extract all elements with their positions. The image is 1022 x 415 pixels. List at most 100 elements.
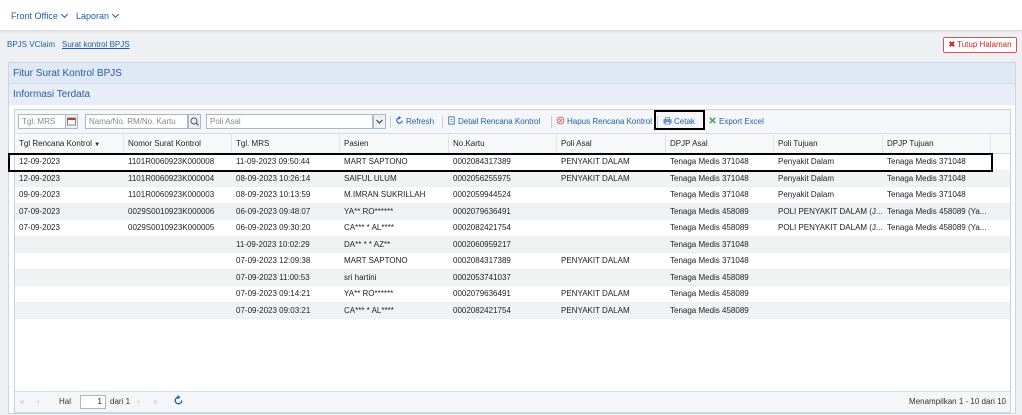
table-cell <box>774 270 883 286</box>
surat-kontrol-panel: Fitur Surat Kontrol BPJS Informasi Terda… <box>8 62 1016 414</box>
table-cell <box>774 286 883 302</box>
table-cell: 0002059944524 <box>453 190 511 199</box>
column-header[interactable]: Nomor Surat Kontrol <box>124 134 232 154</box>
column-header[interactable]: Tgl Rencana Kontrol ▼ <box>15 134 124 154</box>
poli-dropdown-button[interactable] <box>373 114 386 129</box>
table-cell: 0002082421754 <box>453 223 511 232</box>
poli-asal-select[interactable]: Poli Asal <box>206 114 373 129</box>
next-page-icon[interactable]: › <box>137 397 140 406</box>
breadcrumb-parent[interactable]: BPJS VClaim <box>7 40 55 49</box>
search-input[interactable]: Nama/No. RM/No. Kartu <box>85 114 188 129</box>
search-button[interactable] <box>188 114 201 129</box>
table-cell <box>557 270 666 286</box>
table-row[interactable]: 07-09-2023 0029S0010923K000006 06-09-2023 … <box>15 203 1010 220</box>
table-cell <box>774 237 883 253</box>
column-header[interactable]: Tgl. MRS <box>232 134 340 154</box>
table-cell <box>883 270 991 286</box>
breadcrumb-current[interactable]: Surat kontrol BPJS <box>62 40 130 49</box>
column-header[interactable]: DPJP Tujuan <box>883 134 991 154</box>
table-cell: 0002079636491 <box>453 289 511 298</box>
table-cell: YA** RO****** <box>344 289 394 298</box>
export-excel-button[interactable]: Export Excel <box>708 116 764 128</box>
column-header-label: DPJP Tujuan <box>887 139 934 148</box>
column-header[interactable]: Poli Asal <box>557 134 666 154</box>
table-cell: Tenaga Medis 458089 <box>670 289 749 298</box>
table-cell <box>883 286 991 302</box>
toolbar-separator <box>390 116 391 128</box>
close-page-button[interactable]: ✖ Tutup Halaman <box>943 37 1017 53</box>
column-header-label: Tgl. MRS <box>236 139 270 148</box>
reload-button[interactable] <box>173 395 184 408</box>
menu-laporan[interactable]: Laporan <box>76 10 120 21</box>
table-cell: 11-09-2023 10:02:29 <box>236 239 310 249</box>
table-cell: PENYAKIT DALAM <box>561 289 630 298</box>
pagination-summary: Menampilkan 1 - 10 dari 10 <box>909 397 1006 406</box>
table-cell: 08-09-2023 10:13:59 <box>236 190 311 199</box>
table-cell: Tenaga Medis 371048 <box>670 173 749 183</box>
table-cell: Tenaga Medis 371048 <box>670 190 749 199</box>
table-row[interactable]: 09-09-2023 1101R0060923K000003 08-09-2023 … <box>15 187 1010 204</box>
table-cell: Tenaga Medis 371048 <box>670 256 749 265</box>
page-number-input[interactable]: 1 <box>80 395 106 409</box>
table-cell <box>124 286 232 302</box>
column-header[interactable]: No.Kartu <box>449 134 557 154</box>
delete-icon <box>556 116 565 125</box>
table-cell: PENYAKIT DALAM <box>561 173 630 183</box>
menu-laporan-label: Laporan <box>76 11 110 21</box>
column-header-label: DPJP Asal <box>670 139 708 148</box>
column-header[interactable]: DPJP Asal <box>666 134 774 154</box>
table-cell: Tenaga Medis 371048 <box>670 239 749 249</box>
prev-page-icon[interactable]: ‹ <box>37 397 40 406</box>
column-header-label: Nomor Surat Kontrol <box>128 139 201 148</box>
table-cell: 0002084317389 <box>453 256 511 265</box>
date-mrs-input[interactable]: Tgl. MRS <box>18 114 68 129</box>
table-cell: Tenaga Medis 458089 <box>670 223 749 232</box>
table-cell <box>15 303 124 319</box>
column-header-label: Poli Tujuan <box>778 139 818 148</box>
table-cell <box>15 286 124 302</box>
table-row[interactable]: 07-09-2023 12:09:38 MART SAPTONO 000208431… <box>15 253 1010 270</box>
table-cell: 06-09-2023 09:48:07 <box>236 206 311 216</box>
column-header[interactable]: Pasien <box>340 134 449 154</box>
table-cell: 09-09-2023 <box>19 190 60 199</box>
table-cell: sri hartini <box>344 272 377 282</box>
table-cell: 12-09-2023 <box>19 173 60 183</box>
menu-front-office[interactable]: Front Office <box>11 10 68 21</box>
table-cell: Tenaga Medis 458089 (Ya... <box>887 206 987 216</box>
table-header: Tgl Rencana Kontrol ▼ Nomor Surat Kontro… <box>15 134 1010 154</box>
last-page-icon[interactable]: » <box>153 397 157 406</box>
table-cell: Penyakit Dalam <box>778 190 835 199</box>
column-header[interactable]: Poli Tujuan <box>774 134 883 154</box>
table-row[interactable]: 11-09-2023 10:02:29 DA** * * AZ** 00020609… <box>15 236 1010 253</box>
table-row[interactable]: 07-09-2023 09:14:21 YA** RO****** 00020796… <box>15 286 1010 303</box>
table-cell: Tenaga Medis 371048 <box>887 173 966 183</box>
table-cell <box>557 220 666 236</box>
chevron-down-icon <box>376 119 383 124</box>
table-cell: 08-09-2023 10:26:14 <box>236 173 311 183</box>
table-row[interactable]: 07-09-2023 11:00:53 sri hartini 0002053741… <box>15 269 1010 286</box>
table-cell <box>883 303 991 319</box>
table-row[interactable]: 07-09-2023 0029S0010923K000005 06-09-2023 … <box>15 220 1010 237</box>
table-cell: CA*** * AL**** <box>344 223 394 232</box>
table-cell <box>124 237 232 253</box>
table-cell: 0002079636491 <box>453 206 511 216</box>
table-cell: 0029S0010923K000005 <box>128 223 215 232</box>
table-cell <box>774 303 883 319</box>
table-cell: 07-09-2023 <box>19 223 60 232</box>
first-page-icon[interactable]: « <box>20 397 24 406</box>
detail-rencana-kontrol-button[interactable]: Detail Rencana Kontrol <box>447 116 540 128</box>
table-cell: MART SAPTONO <box>344 256 408 265</box>
table-row[interactable]: 07-09-2023 09:03:21 CA*** * AL**** 0002082… <box>15 302 1010 319</box>
table-row[interactable]: 12-09-2023 1101R0060923K000004 08-09-2023 … <box>15 170 1010 187</box>
search-icon <box>190 117 199 126</box>
top-menu-bar: Front Office Laporan <box>0 0 1022 31</box>
refresh-button[interactable]: Refresh <box>395 116 434 128</box>
table-cell: POLI PENYAKIT DALAM (J... <box>778 223 883 232</box>
table-cell: Penyakit Dalam <box>778 173 835 183</box>
table-cell: POLI PENYAKIT DALAM (J... <box>778 206 883 216</box>
calendar-button[interactable] <box>65 114 78 129</box>
table-cell <box>774 253 883 269</box>
hapus-rencana-kontrol-button[interactable]: Hapus Rencana Kontrol <box>556 116 652 128</box>
table-cell: 0002053741037 <box>453 272 511 282</box>
table-cell: 0002082421754 <box>453 305 511 315</box>
